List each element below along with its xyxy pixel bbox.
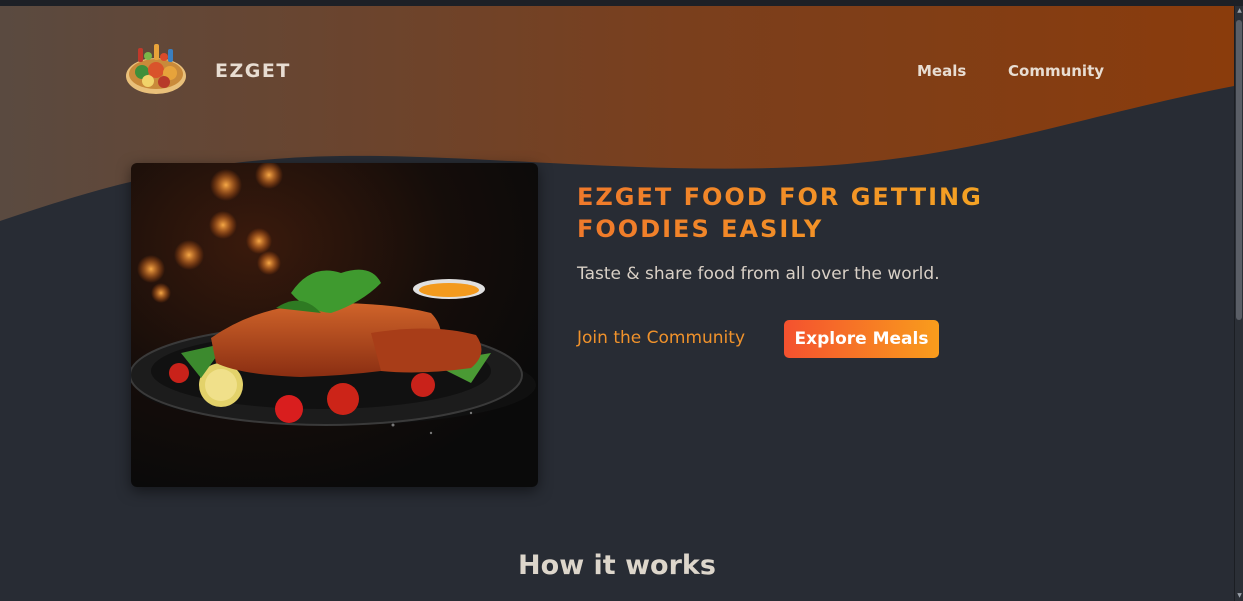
- scroll-down-icon[interactable]: ▼: [1235, 591, 1243, 601]
- join-community-link[interactable]: Join the Community: [577, 328, 745, 348]
- hero-title: EZGET FOOD FOR GETTING FOODIES EASILY: [577, 181, 1017, 245]
- scroll-thumb[interactable]: [1236, 20, 1242, 320]
- food-platter-logo[interactable]: [124, 40, 188, 98]
- brand-name[interactable]: EZGET: [215, 60, 291, 82]
- nav-link-community[interactable]: Community: [1008, 62, 1104, 80]
- hero-subtitle: Taste & share food from all over the wor…: [577, 264, 940, 284]
- scroll-up-icon[interactable]: ▲: [1235, 6, 1243, 16]
- site-header: EZGET Meals Community: [0, 6, 1234, 126]
- how-it-works-heading: How it works: [518, 550, 716, 581]
- explore-meals-button[interactable]: Explore Meals: [784, 320, 939, 358]
- nav-link-meals[interactable]: Meals: [917, 62, 966, 80]
- page-scrollbar[interactable]: ▲ ▼: [1234, 6, 1243, 601]
- schnitzel-plate-photo: [131, 163, 538, 487]
